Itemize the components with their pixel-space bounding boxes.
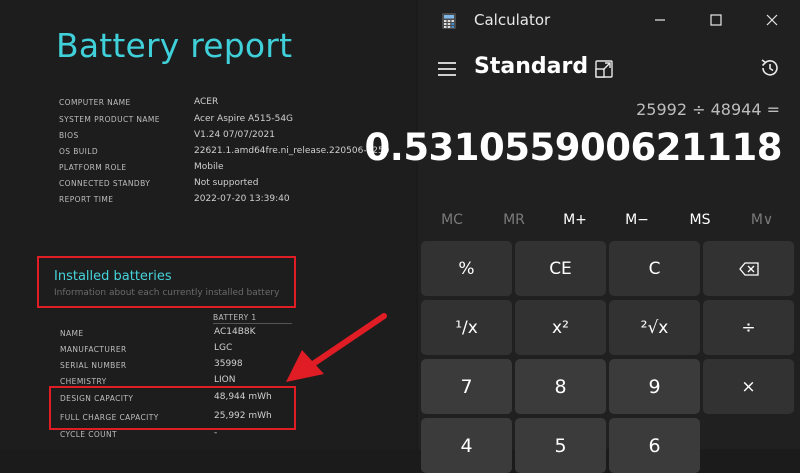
installed-batteries-description: Information about each currently install…	[54, 288, 280, 298]
row-key: PLATFORM ROLE	[59, 163, 127, 172]
memory-recall-button[interactable]: MR	[484, 212, 544, 228]
row-key: CONNECTED STANDBY	[59, 179, 151, 188]
calculator-app-icon	[442, 13, 456, 29]
row-value: Not supported	[194, 178, 259, 188]
capacity-highlight-box	[49, 386, 296, 430]
row-key: OS BUILD	[59, 147, 99, 156]
memory-store-button[interactable]: MS	[670, 212, 730, 228]
minimize-icon	[655, 19, 665, 21]
battery-value-name: AC14B8K	[214, 327, 256, 337]
digit-5-button[interactable]: 5	[515, 418, 606, 473]
row-key: SYSTEM PRODUCT NAME	[59, 115, 160, 124]
history-icon[interactable]	[758, 56, 782, 80]
reciprocal-button[interactable]: ¹/x	[421, 300, 512, 355]
row-value: V1.24 07/07/2021	[194, 130, 275, 140]
close-icon	[766, 14, 778, 26]
row-key: COMPUTER NAME	[59, 98, 131, 107]
row-value: Mobile	[194, 162, 224, 172]
battery-key-cycle-count: CYCLE COUNT	[60, 430, 118, 439]
clear-button[interactable]: C	[609, 241, 700, 296]
digit-8-button[interactable]: 8	[515, 359, 606, 414]
backspace-icon	[738, 261, 759, 276]
installed-batteries-heading: Installed batteries	[54, 269, 172, 284]
digit-4-button[interactable]: 4	[421, 418, 512, 473]
row-key: BIOS	[59, 131, 79, 140]
maximize-button[interactable]	[702, 8, 730, 32]
multiply-button[interactable]: ×	[703, 359, 794, 414]
row-value: ACER	[194, 97, 219, 107]
battery-value-serial: 35998	[214, 359, 243, 369]
row-value: 2022-07-20 13:39:40	[194, 194, 290, 204]
memory-row: MC MR M+ M− MS M∨	[418, 212, 800, 236]
report-title: Battery report	[56, 26, 293, 65]
backspace-button[interactable]	[703, 241, 794, 296]
digit-9-button[interactable]: 9	[609, 359, 700, 414]
row-value: 22621.1.amd64fre.ni_release.220506-1250	[194, 146, 390, 156]
digit-7-button[interactable]: 7	[421, 359, 512, 414]
digit-6-button[interactable]: 6	[609, 418, 700, 473]
square-button[interactable]: x²	[515, 300, 606, 355]
close-button[interactable]	[758, 8, 786, 32]
battery-key-name: NAME	[60, 329, 84, 338]
row-value: Acer Aspire A515-54G	[194, 114, 294, 124]
battery-report-page: Battery report COMPUTER NAME ACER SYSTEM…	[0, 0, 416, 449]
battery-column-header: BATTERY 1	[213, 313, 257, 322]
percent-button[interactable]: %	[421, 241, 512, 296]
window-title: Calculator	[474, 11, 551, 29]
row-key: REPORT TIME	[59, 195, 114, 204]
battery-key-chemistry: CHEMISTRY	[60, 377, 107, 386]
square-root-button[interactable]: ²√x	[609, 300, 700, 355]
memory-clear-button[interactable]: MC	[422, 212, 482, 228]
battery-key-manufacturer: MANUFACTURER	[60, 345, 127, 354]
result-display: 0.531055900621118	[364, 126, 783, 169]
hamburger-menu-icon[interactable]	[436, 58, 458, 80]
red-arrow-icon	[286, 313, 387, 382]
clear-entry-button[interactable]: CE	[515, 241, 606, 296]
calculator-mode-title: Standard	[474, 54, 589, 79]
memory-list-button[interactable]: M∨	[732, 212, 792, 228]
divide-button[interactable]: ÷	[703, 300, 794, 355]
expression-display: 25992 ÷ 48944 =	[636, 100, 780, 119]
memory-subtract-button[interactable]: M−	[607, 212, 667, 228]
battery-value-chemistry: LION	[214, 375, 236, 385]
memory-add-button[interactable]: M+	[545, 212, 605, 228]
battery-key-serial: SERIAL NUMBER	[60, 361, 127, 370]
battery-value-manufacturer: LGC	[214, 343, 233, 353]
maximize-icon	[710, 14, 722, 26]
keep-on-top-icon[interactable]	[593, 58, 615, 80]
minimize-button[interactable]	[646, 8, 674, 32]
calculator-window: Calculator Standard 25992 ÷ 48944 = 0.53…	[365, 0, 800, 473]
